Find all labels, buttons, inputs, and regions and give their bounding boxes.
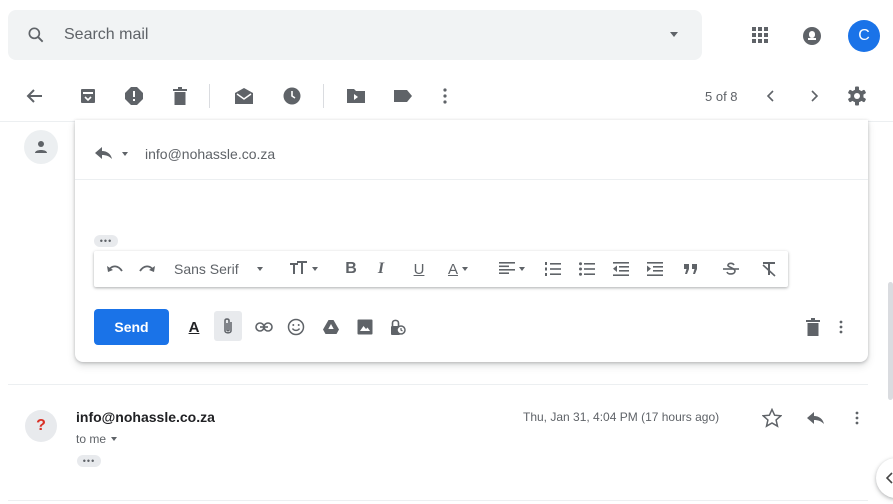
message-toolbar: 5 of 8 xyxy=(0,70,893,122)
align-icon xyxy=(499,261,515,277)
account-avatar[interactable]: C xyxy=(848,20,880,52)
prev-icon[interactable] xyxy=(759,84,783,108)
report-spam-icon[interactable] xyxy=(122,84,146,108)
strikethrough-icon[interactable] xyxy=(718,251,744,287)
underline-button[interactable]: U xyxy=(406,251,432,287)
reply-icon[interactable] xyxy=(95,146,113,164)
formatting-options-button[interactable]: A xyxy=(183,316,205,338)
thread-divider xyxy=(8,384,868,385)
text-color-caret xyxy=(462,267,468,271)
align-select[interactable] xyxy=(494,251,530,287)
search-options-icon[interactable] xyxy=(670,32,678,37)
align-caret xyxy=(519,267,525,271)
thread-divider xyxy=(8,500,868,501)
message-more-icon[interactable] xyxy=(845,406,869,430)
reply-header: info@nohassle.co.za xyxy=(75,120,868,180)
emoji-icon[interactable] xyxy=(285,316,307,338)
bold-button[interactable]: B xyxy=(338,251,364,287)
link-icon[interactable] xyxy=(253,316,275,338)
chevron-left-icon xyxy=(886,472,893,484)
confidential-icon[interactable] xyxy=(386,316,408,338)
message-sender[interactable]: info@nohassle.co.za xyxy=(76,409,215,425)
drive-icon[interactable] xyxy=(320,316,342,338)
text-color-label: A xyxy=(447,260,458,278)
delete-icon[interactable] xyxy=(168,84,192,108)
send-button[interactable]: Send xyxy=(94,309,169,345)
search-input[interactable] xyxy=(64,26,624,44)
text-size-icon xyxy=(290,260,308,278)
search-bar[interactable] xyxy=(8,10,702,60)
back-icon[interactable] xyxy=(23,84,47,108)
move-to-icon[interactable] xyxy=(344,84,368,108)
quote-icon[interactable] xyxy=(678,251,704,287)
snooze-icon[interactable] xyxy=(280,84,304,108)
reply-type-caret[interactable] xyxy=(122,152,128,156)
mark-unread-icon[interactable] xyxy=(232,84,256,108)
formatting-options-label: A xyxy=(188,318,200,336)
undo-icon[interactable] xyxy=(102,251,128,287)
show-trimmed-content[interactable]: ••• xyxy=(77,455,101,467)
side-panel-toggle[interactable] xyxy=(876,458,893,498)
italic-button[interactable]: I xyxy=(368,251,394,287)
font-family-label: Sans Serif xyxy=(174,261,239,277)
message-recipients-toggle[interactable]: to me xyxy=(76,432,118,446)
indent-more-icon[interactable] xyxy=(642,251,668,287)
reply-composer: info@nohassle.co.za ••• Sans Serif B I U… xyxy=(75,120,868,362)
discard-icon[interactable] xyxy=(802,316,824,338)
text-size-select[interactable] xyxy=(284,251,324,287)
message-recipients: to me xyxy=(76,432,107,446)
pagination-count: 5 of 8 xyxy=(705,89,738,104)
archive-icon[interactable] xyxy=(76,84,100,108)
apps-icon[interactable] xyxy=(750,25,770,45)
reply-recipient[interactable]: info@nohassle.co.za xyxy=(145,146,275,162)
recipients-caret xyxy=(111,437,118,441)
search-icon[interactable] xyxy=(8,25,64,45)
label-icon[interactable] xyxy=(391,84,415,108)
message-date: Thu, Jan 31, 4:04 PM (17 hours ago) xyxy=(523,410,720,424)
next-icon[interactable] xyxy=(802,84,826,108)
show-trimmed-content[interactable]: ••• xyxy=(94,235,118,247)
toolbar-divider xyxy=(323,84,324,108)
indent-less-icon[interactable] xyxy=(608,251,634,287)
text-color-select[interactable]: A xyxy=(440,251,476,287)
message-sender-avatar: ? xyxy=(25,410,57,442)
formatting-toolbar: Sans Serif B I U A xyxy=(94,251,788,287)
more-icon[interactable] xyxy=(433,84,457,108)
redo-icon[interactable] xyxy=(134,251,160,287)
reply-icon[interactable] xyxy=(804,406,828,430)
photo-icon[interactable] xyxy=(354,316,376,338)
more-options-icon[interactable] xyxy=(830,316,852,338)
scrollbar-thumb[interactable] xyxy=(888,282,893,400)
notifications-icon[interactable] xyxy=(801,25,823,47)
remove-formatting-icon[interactable] xyxy=(756,251,782,287)
numbered-list-icon[interactable] xyxy=(540,251,566,287)
bulleted-list-icon[interactable] xyxy=(574,251,600,287)
font-family-select[interactable]: Sans Serif xyxy=(174,251,278,287)
font-family-caret xyxy=(256,267,263,271)
star-icon[interactable] xyxy=(760,406,784,430)
toolbar-divider xyxy=(209,84,210,108)
settings-icon[interactable] xyxy=(845,84,869,108)
attach-icon[interactable] xyxy=(217,316,239,338)
text-size-caret xyxy=(312,267,318,271)
sender-avatar xyxy=(24,130,58,164)
